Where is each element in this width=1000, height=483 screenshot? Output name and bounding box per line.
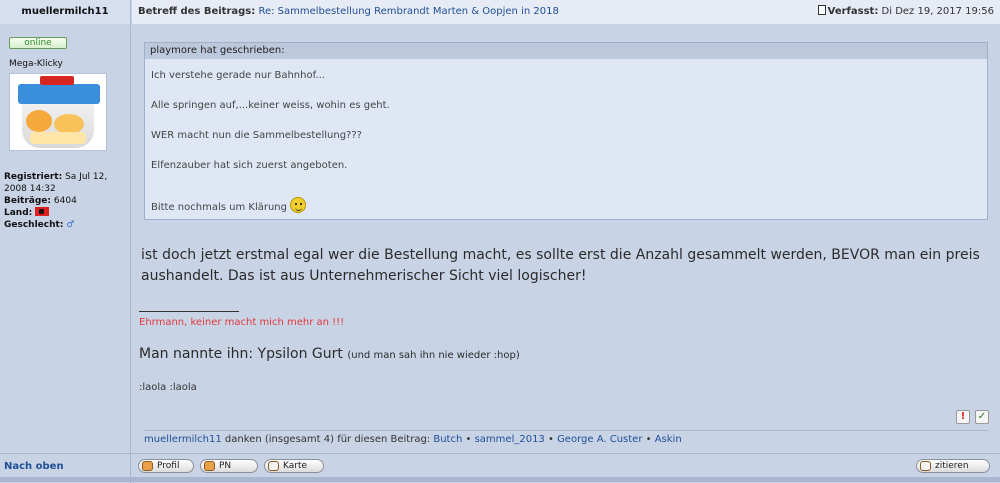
post-body-text: ist doch jetzt erstmal egal wer die Best… bbox=[141, 247, 980, 284]
thanks-user-link[interactable]: Butch bbox=[433, 434, 462, 445]
male-gender-icon: ♂ bbox=[66, 220, 75, 230]
map-button[interactable]: Karte bbox=[264, 459, 324, 473]
gender-label: Geschlecht: bbox=[4, 220, 64, 230]
subject-link[interactable]: Re: Sammelbestellung Rembrandt Marten & … bbox=[258, 6, 558, 17]
quote-line: Ich verstehe gerade nur Bahnhof... bbox=[151, 70, 325, 81]
quote-button[interactable]: zitieren bbox=[916, 459, 990, 473]
avatar-fruit-shape bbox=[54, 114, 84, 134]
thanks-user-link[interactable]: sammel_2013 bbox=[475, 434, 545, 445]
subject-label: Betreff des Beitrags: bbox=[138, 6, 256, 17]
post-footer: Nach oben Profil PN Karte zitieren bbox=[0, 453, 1000, 483]
posts-count: 6404 bbox=[53, 196, 77, 206]
avatar-label-band bbox=[18, 84, 100, 104]
pm-button[interactable]: PN bbox=[200, 459, 258, 473]
quote-header: playmore hat geschrieben: bbox=[145, 43, 987, 59]
quote-line-text: Bitte nochmals um Klärung bbox=[151, 202, 287, 213]
signature-small-text: (und man sah ihn nie wieder :hop) bbox=[347, 350, 520, 361]
smiley-icon bbox=[290, 197, 306, 213]
signature-divider bbox=[139, 311, 239, 312]
subject-cell: Betreff des Beitrags: Re: Sammelbestellu… bbox=[132, 0, 1000, 24]
signature-line-2: Man nannte ihn: Ypsilon Gurt (und man sa… bbox=[139, 346, 520, 362]
profile-icon bbox=[142, 461, 153, 471]
quote-line: Elfenzauber hat sich zuerst angeboten. bbox=[151, 160, 348, 171]
profile-button[interactable]: Profil bbox=[138, 459, 194, 473]
pm-icon bbox=[204, 461, 215, 471]
posted-date: Di Dez 19, 2017 19:56 bbox=[881, 6, 994, 17]
user-profile-column: online Mega-Klicky Registriert: Sa Jul 1… bbox=[0, 25, 131, 453]
pm-button-label: PN bbox=[219, 461, 232, 471]
quote-line-last: Bitte nochmals um Klärung bbox=[151, 197, 306, 213]
post-icon[interactable] bbox=[817, 5, 826, 15]
online-status-badge: online bbox=[9, 37, 67, 49]
avatar bbox=[9, 73, 107, 151]
registered-label: Registriert: bbox=[4, 172, 63, 182]
footer-stripe bbox=[0, 477, 1000, 482]
signature-line-1: Ehrmann, keiner macht mich mehr an !!! bbox=[139, 317, 345, 328]
thanks-author-link[interactable]: muellermilch11 bbox=[144, 434, 222, 445]
avatar-fruit-shape bbox=[26, 110, 52, 132]
avatar-cream-shape bbox=[30, 132, 86, 144]
post-content: playmore hat geschrieben: Ich verstehe g… bbox=[132, 25, 1000, 453]
thanks-user-link[interactable]: Askin bbox=[655, 434, 682, 445]
quote-box: playmore hat geschrieben: Ich verstehe g… bbox=[144, 42, 988, 220]
quote-icon bbox=[920, 461, 931, 471]
quote-button-label: zitieren bbox=[935, 461, 969, 471]
posted-label: Verfasst: bbox=[827, 6, 879, 17]
signature-big-text: Man nannte ihn: Ypsilon Gurt bbox=[139, 346, 343, 362]
thanks-line: muellermilch11 danken (insgesamt 4) für … bbox=[144, 430, 988, 445]
thumbs-up-icon[interactable]: ✓ bbox=[975, 410, 989, 424]
post-header: muellermilch11 Betreff des Beitrags: Re:… bbox=[0, 0, 1000, 24]
signature-line-3: :laola :laola bbox=[139, 382, 197, 393]
thanks-text: danken (insgesamt 4) für diesen Beitrag: bbox=[224, 434, 431, 445]
author-name[interactable]: muellermilch11 bbox=[0, 0, 131, 24]
thanks-user-link[interactable]: George A. Custer bbox=[557, 434, 642, 445]
country-label: Land: bbox=[4, 208, 33, 218]
profile-button-label: Profil bbox=[157, 461, 180, 471]
user-info: Registriert: Sa Jul 12, 2008 14:32 Beitr… bbox=[4, 171, 128, 231]
country-flag-icon bbox=[35, 207, 50, 216]
posted-info: Verfasst: Di Dez 19, 2017 19:56 bbox=[817, 0, 994, 24]
quote-line: Alle springen auf,...keiner weiss, wohin… bbox=[151, 100, 390, 111]
avatar-brand-logo bbox=[40, 76, 74, 85]
quote-line: WER macht nun die Sammelbestellung??? bbox=[151, 130, 362, 141]
map-icon bbox=[268, 461, 279, 471]
report-icon[interactable]: ! bbox=[956, 410, 970, 424]
map-button-label: Karte bbox=[283, 461, 308, 471]
posts-label: Beiträge: bbox=[4, 196, 52, 206]
user-rank: Mega-Klicky bbox=[9, 59, 63, 69]
